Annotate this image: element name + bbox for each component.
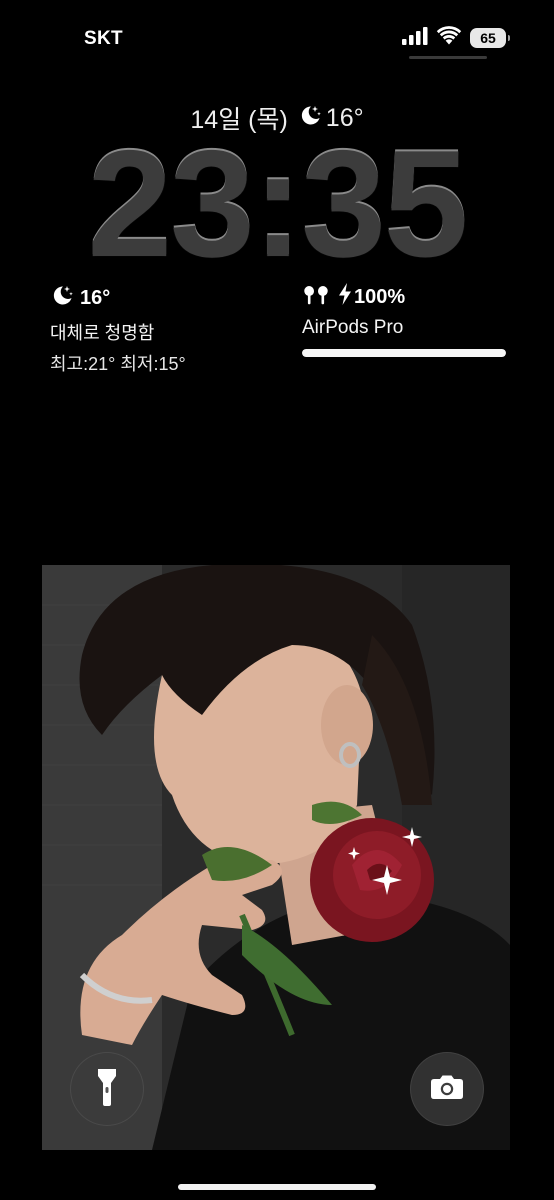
airpods-battery-bar-fill [302, 349, 506, 357]
battery-icon: 65 [470, 28, 510, 48]
airpods-battery-widget[interactable]: 100% AirPods Pro [302, 283, 506, 357]
airpods-battery-bar [302, 349, 506, 357]
lock-screen-clock[interactable]: 23:35 [0, 128, 554, 280]
airpods-icon [302, 283, 330, 311]
moon-stars-icon [50, 283, 74, 313]
airpods-device-name: AirPods Pro [302, 317, 404, 338]
camera-icon [430, 1074, 464, 1105]
airpods-battery-percent: 100% [354, 285, 406, 308]
weather-widget[interactable]: 16° 대체로 청명함 최고:21° 최저:15° [50, 283, 186, 376]
flashlight-icon [96, 1067, 118, 1112]
cellular-signal-icon [402, 26, 428, 50]
camera-button[interactable] [410, 1052, 484, 1126]
home-indicator[interactable] [178, 1184, 376, 1190]
carrier-name: SKT [84, 28, 123, 49]
control-center-handle[interactable] [409, 56, 487, 59]
status-icons: 65 [402, 26, 510, 50]
battery-level: 65 [480, 30, 496, 46]
weather-condition: 대체로 청명함 [50, 323, 155, 343]
weather-high-low: 최고:21° 최저:15° [50, 354, 186, 374]
weather-temp: 16° [80, 286, 111, 309]
charging-bolt-icon [338, 283, 352, 311]
airpods-charge: 100% [338, 283, 405, 311]
wifi-icon [436, 26, 462, 50]
flashlight-button[interactable] [70, 1052, 144, 1126]
